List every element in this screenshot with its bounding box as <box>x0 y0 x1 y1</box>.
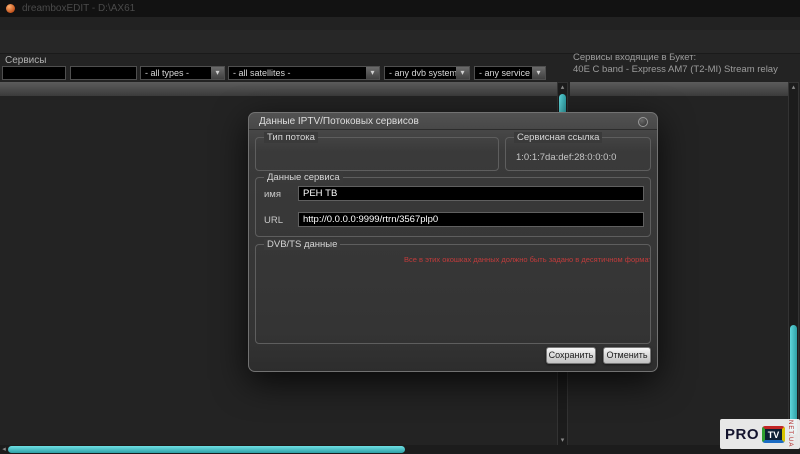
type-filter-dropdown[interactable]: - all types - ▾ <box>140 66 225 80</box>
window-title: dreamboxEDIT - D:\AX61 <box>22 3 135 14</box>
left-hscroll-thumb[interactable] <box>8 446 405 453</box>
chevron-down-icon[interactable]: ▾ <box>456 67 469 79</box>
stream-type-label: Тип потока <box>264 132 318 143</box>
chevron-down-icon[interactable]: ▾ <box>366 67 379 79</box>
app-window: dreamboxEDIT - D:\AX61 Сервисы - all typ… <box>0 0 800 454</box>
save-button[interactable]: Сохранить <box>546 347 596 364</box>
package-search-input[interactable] <box>70 66 137 80</box>
url-field[interactable]: http://0.0.0.0:9999/rtrn/3567plp0 <box>298 212 644 227</box>
watermark-pro-text: PRO <box>725 426 759 443</box>
bouquet-name: 40E C band - Express AM7 (T2-MI) Stream … <box>573 64 778 75</box>
tv-logo-icon: TV <box>762 426 785 443</box>
cancel-button[interactable]: Отменить <box>603 347 651 364</box>
service-ref-label: Сервисная ссылка <box>514 132 602 143</box>
scroll-up-icon[interactable]: ▴ <box>789 83 798 92</box>
scroll-left-icon[interactable]: ◂ <box>0 445 8 454</box>
scroll-down-icon[interactable]: ▾ <box>558 436 567 445</box>
service-type-filter-value: - any service - <box>479 68 536 78</box>
service-ref-value: 1:0:1:7da:def:28:0:0:0:0 <box>516 152 616 163</box>
service-data-label: Данные сервиса <box>264 172 343 183</box>
protv-watermark: PRO TV NET.UA <box>720 419 800 449</box>
dialog-roll-button[interactable] <box>638 117 648 127</box>
service-search-input[interactable] <box>2 66 66 80</box>
chevron-down-icon[interactable]: ▾ <box>532 67 545 79</box>
watermark-side-text: NET.UA <box>787 420 793 447</box>
right-vertical-scrollbar[interactable]: ▴ ▾ <box>788 82 799 446</box>
chevron-down-icon[interactable]: ▾ <box>211 67 224 79</box>
service-data-group: Данные сервиса имя РЕН ТВ URL http://0.0… <box>255 177 651 237</box>
iptv-dialog: Данные IPTV/Потоковых сервисов Тип поток… <box>248 112 658 372</box>
toolbar <box>0 30 800 54</box>
dvb-system-filter-dropdown[interactable]: - any dvb system - ▾ <box>384 66 470 80</box>
url-label: URL <box>264 215 283 226</box>
stream-type-group: Тип потока <box>255 137 499 171</box>
bouquet-heading: Сервисы входящие в Букет: <box>573 52 696 63</box>
dvb-data-label: DVB/TS данные <box>264 239 340 250</box>
scroll-up-icon[interactable]: ▴ <box>558 83 567 92</box>
left-horizontal-scrollbar[interactable]: ◂ <box>0 445 568 454</box>
name-field[interactable]: РЕН ТВ <box>298 186 644 201</box>
left-table-header <box>0 82 558 96</box>
right-table-header <box>570 82 788 96</box>
dialog-titlebar[interactable]: Данные IPTV/Потоковых сервисов <box>249 113 657 130</box>
satellite-filter-value: - all satellites - <box>233 68 291 78</box>
dvb-data-group: DVB/TS данные Все в этих окошках данных … <box>255 244 651 344</box>
services-label: Сервисы <box>5 55 46 66</box>
decimal-format-warning: Все в этих окошках данных должно быть за… <box>404 255 650 264</box>
app-icon <box>6 4 15 13</box>
name-label: имя <box>264 189 281 200</box>
menu-bar <box>0 17 800 30</box>
service-ref-group: Сервисная ссылка 1:0:1:7da:def:28:0:0:0:… <box>505 137 651 171</box>
service-type-filter-dropdown[interactable]: - any service - ▾ <box>474 66 546 80</box>
dialog-title: Данные IPTV/Потоковых сервисов <box>259 116 419 127</box>
url-value: http://0.0.0.0:9999/rtrn/3567plp0 <box>303 214 438 225</box>
type-filter-value: - all types - <box>145 68 189 78</box>
dvb-system-filter-value: - any dvb system - <box>389 68 463 78</box>
name-value: РЕН ТВ <box>303 188 337 199</box>
window-titlebar[interactable]: dreamboxEDIT - D:\AX61 <box>0 0 800 17</box>
satellite-filter-dropdown[interactable]: - all satellites - ▾ <box>228 66 380 80</box>
